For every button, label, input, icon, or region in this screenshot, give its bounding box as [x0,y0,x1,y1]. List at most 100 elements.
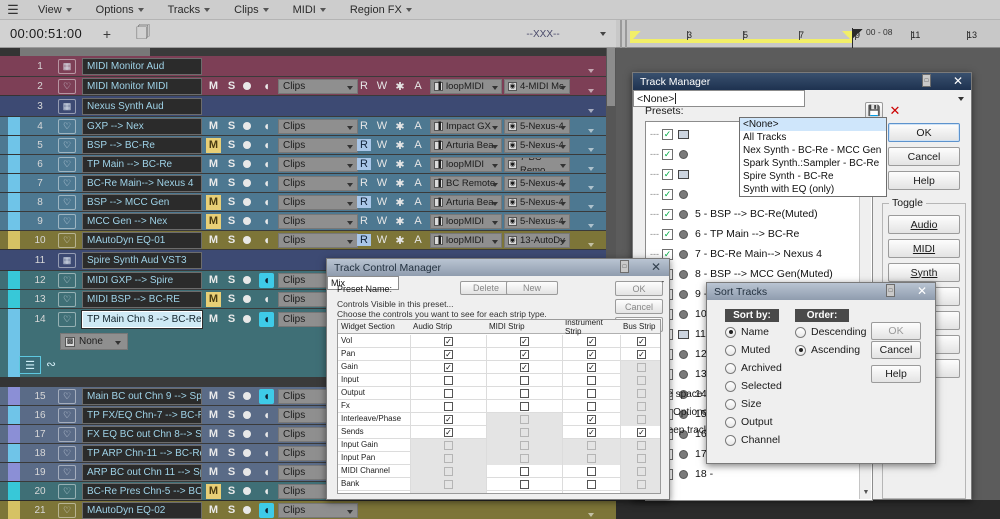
solo-button[interactable]: S [224,138,239,153]
solo-button[interactable]: S [224,427,239,442]
automation-read-button[interactable]: R [357,120,371,132]
asterisk-icon[interactable]: ✱ [393,139,407,152]
mute-button[interactable]: M [206,137,221,153]
track-color-strip[interactable] [8,193,20,211]
solo-button[interactable]: S [224,484,239,499]
control-visible-checkbox[interactable]: ✓ [637,428,646,437]
midi-track-icon[interactable]: ♡ [58,232,76,248]
track-color-strip[interactable] [8,309,20,329]
midi-track-icon[interactable]: ♡ [58,118,76,134]
track-color-strip[interactable] [8,290,20,308]
track-expand-toggle[interactable] [588,200,594,211]
control-visible-checkbox[interactable] [637,454,646,463]
track-row[interactable]: 10 ♡ MAutoDyn EQ-01 M S ◖ Clips R W ✱ A ▐ loopMIDI ◉ 1… [0,231,616,249]
track-row[interactable]: 7 ♡ BC-Re Main--> Nexus 4 M S ◖ Clips R W ✱ A ▐ BC R… [0,174,616,192]
scrollbar-thumb[interactable] [607,48,615,106]
track-color-strip[interactable] [8,231,20,249]
track-name[interactable]: ARP BC out Chn 11 --> Spire [82,463,202,481]
control-visible-checkbox[interactable] [637,389,646,398]
track-manager-help-button[interactable]: Help [888,171,960,190]
midi-track-icon[interactable]: ♡ [58,272,76,288]
track-color-strip[interactable] [8,250,20,270]
control-visible-checkbox[interactable] [520,428,529,437]
headphone-icon[interactable]: ◖ [259,195,274,210]
headphone-icon[interactable]: ◖ [259,157,274,172]
track-name[interactable]: BC-Re Pres Chn-5 --> BC-Re [82,482,202,500]
automation-write-button[interactable]: W [375,158,389,170]
track-visible-checkbox[interactable]: ✓ [662,128,673,140]
clips-dropdown[interactable]: Clips [278,502,358,518]
table-row[interactable]: Gain ✓ ✓ ✓ [338,361,660,374]
track-expand-toggle[interactable] [588,508,594,519]
track-manager-list-item[interactable]: --- ✓ 6 - TP Main --> BC-Re [646,224,872,244]
track-name[interactable]: MAutoDyn EQ-02 [82,501,202,519]
track-name[interactable]: Spire Synth Aud VST3 [82,251,202,269]
chevron-down-icon[interactable] [958,96,964,101]
track-manager-ok-button[interactable]: OK [888,123,960,142]
track-input-dropdown[interactable]: ▐ loopMIDI [430,232,502,248]
mute-button[interactable]: M [206,465,221,480]
menu-item-midi[interactable]: MIDI [281,0,338,20]
solo-button[interactable]: S [224,195,239,210]
dropdown-option[interactable]: <None> [740,118,886,131]
track-visible-checkbox[interactable]: ✓ [662,208,673,220]
control-visible-checkbox[interactable] [444,480,453,489]
presets-dropdown-list[interactable]: <None> All Tracks Nex Synth - BC-Re - MC… [739,117,887,197]
automation-arm-button[interactable]: A [411,177,425,189]
solo-button[interactable]: S [224,465,239,480]
headphone-icon[interactable]: ◖ [259,233,274,248]
track-control-manager-titlebar[interactable]: Track Control Manager □ ✕ [327,259,669,276]
control-visible-checkbox[interactable]: ✓ [444,428,453,437]
track-color-strip[interactable] [8,406,20,424]
track-color-strip[interactable] [8,136,20,154]
track-name[interactable]: MIDI BSP --> BC-RE [82,290,202,308]
clips-dropdown[interactable]: Clips [278,137,358,153]
track-input-dropdown[interactable]: ▐ Impact GX [430,118,502,134]
control-visible-checkbox[interactable]: ✓ [587,350,596,359]
table-row[interactable]: Patch [338,491,660,494]
track-row[interactable]: 4 ♡ GXP --> Nex M S ◖ Clips R W ✱ A ▐ Impact GX ◉ 5-Ne… [0,117,616,135]
clips-dropdown[interactable]: Clips [278,194,358,210]
headphone-icon[interactable]: ◖ [259,484,274,499]
track-name[interactable]: MIDI GXP --> Spire [82,271,202,289]
automation-arm-button[interactable]: A [411,215,425,227]
control-visible-checkbox[interactable] [587,493,596,494]
solo-button[interactable]: S [224,176,239,191]
headphone-icon[interactable]: ◖ [259,79,274,94]
track-name[interactable]: MCC Gen --> Nex [82,212,202,230]
toggle-audio-button[interactable]: Audio [888,215,960,234]
headphone-icon[interactable]: ◖ [259,388,274,404]
track-output-dropdown[interactable]: ◉ 13-AutoDy [504,232,570,248]
control-visible-checkbox[interactable] [587,389,596,398]
control-visible-checkbox[interactable]: ✓ [444,363,453,372]
record-dot-icon[interactable] [243,141,251,149]
track-expand-toggle[interactable] [588,104,594,116]
automation-write-button[interactable]: W [375,234,389,246]
module-selector[interactable]: --XXX-- [470,22,616,46]
asterisk-icon[interactable]: ✱ [393,215,407,228]
horizontal-scrollbar[interactable] [20,48,150,56]
control-visible-checkbox[interactable] [637,376,646,385]
record-dot-icon[interactable] [243,82,251,90]
track-manager-cancel-button[interactable]: Cancel [888,147,960,166]
track-row[interactable]: 6 ♡ TP Main --> BC-Re M S ◖ Clips R W ✱ A ▐ loopMIDI… [0,155,616,173]
sort-ok-button[interactable]: OK [871,322,921,340]
midi-track-icon[interactable]: ♡ [58,464,76,480]
automation-write-button[interactable]: W [375,139,389,151]
delete-preset-button[interactable]: ✕ [886,102,904,119]
toggle-synth-button[interactable]: Synth [888,263,960,282]
track-visible-checkbox[interactable]: ✓ [662,188,673,200]
automation-read-button[interactable]: R [357,158,371,170]
control-visible-checkbox[interactable]: ✓ [587,415,596,424]
dropdown-option[interactable]: Synth with EQ (only) [740,183,886,196]
control-visible-checkbox[interactable] [520,441,529,450]
track-input-dropdown[interactable]: ▐ Arturia Bea [430,137,502,153]
preset-new-button[interactable]: New [506,281,558,295]
solo-button[interactable]: S [224,273,239,288]
track-output-dropdown[interactable]: ◉ 5-Nexus-4 [504,137,570,153]
headphone-icon[interactable]: ◖ [259,138,274,153]
control-visible-checkbox[interactable]: ✓ [520,350,529,359]
automation-read-button[interactable]: R [357,215,371,227]
record-dot-icon[interactable] [243,392,251,400]
mute-button[interactable]: M [206,408,221,423]
